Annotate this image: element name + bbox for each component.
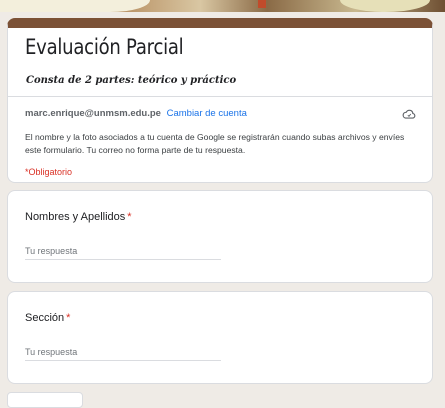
google-account-notice: El nombre y la foto asociados a tu cuent… bbox=[25, 132, 405, 155]
account-email: marc.enrique@unmsm.edu.pe bbox=[25, 108, 161, 119]
question-card-nombres: Nombres y Apellidos * bbox=[7, 190, 433, 283]
cloud-icon[interactable] bbox=[402, 108, 416, 120]
header-banner-image bbox=[0, 0, 445, 12]
question-card-seccion: Sección * bbox=[7, 291, 433, 384]
seccion-input[interactable] bbox=[25, 344, 221, 361]
nombres-input[interactable] bbox=[25, 243, 221, 260]
submit-button[interactable] bbox=[7, 392, 83, 408]
form-subtitle: Consta de 2 partes: teórico y práctico bbox=[26, 75, 237, 86]
banner-paper-graphic bbox=[0, 0, 150, 12]
required-asterisk: * bbox=[127, 211, 132, 223]
header-divider bbox=[8, 96, 432, 97]
required-asterisk: * bbox=[66, 312, 71, 324]
required-note: *Obligatorio bbox=[25, 167, 73, 177]
account-row: marc.enrique@unmsm.edu.pe Cambiar de cue… bbox=[25, 108, 247, 119]
question-label: Sección * bbox=[25, 312, 70, 324]
banner-plate-graphic bbox=[340, 0, 430, 12]
switch-account-link[interactable]: Cambiar de cuenta bbox=[167, 108, 247, 119]
form-header-card: Evaluación Parcial Consta de 2 partes: t… bbox=[7, 18, 433, 183]
question-label: Nombres y Apellidos * bbox=[25, 211, 132, 223]
banner-pen-graphic bbox=[258, 0, 266, 8]
form-title: Evaluación Parcial bbox=[25, 35, 184, 59]
question-title: Sección bbox=[25, 312, 65, 324]
question-title: Nombres y Apellidos bbox=[25, 211, 126, 223]
